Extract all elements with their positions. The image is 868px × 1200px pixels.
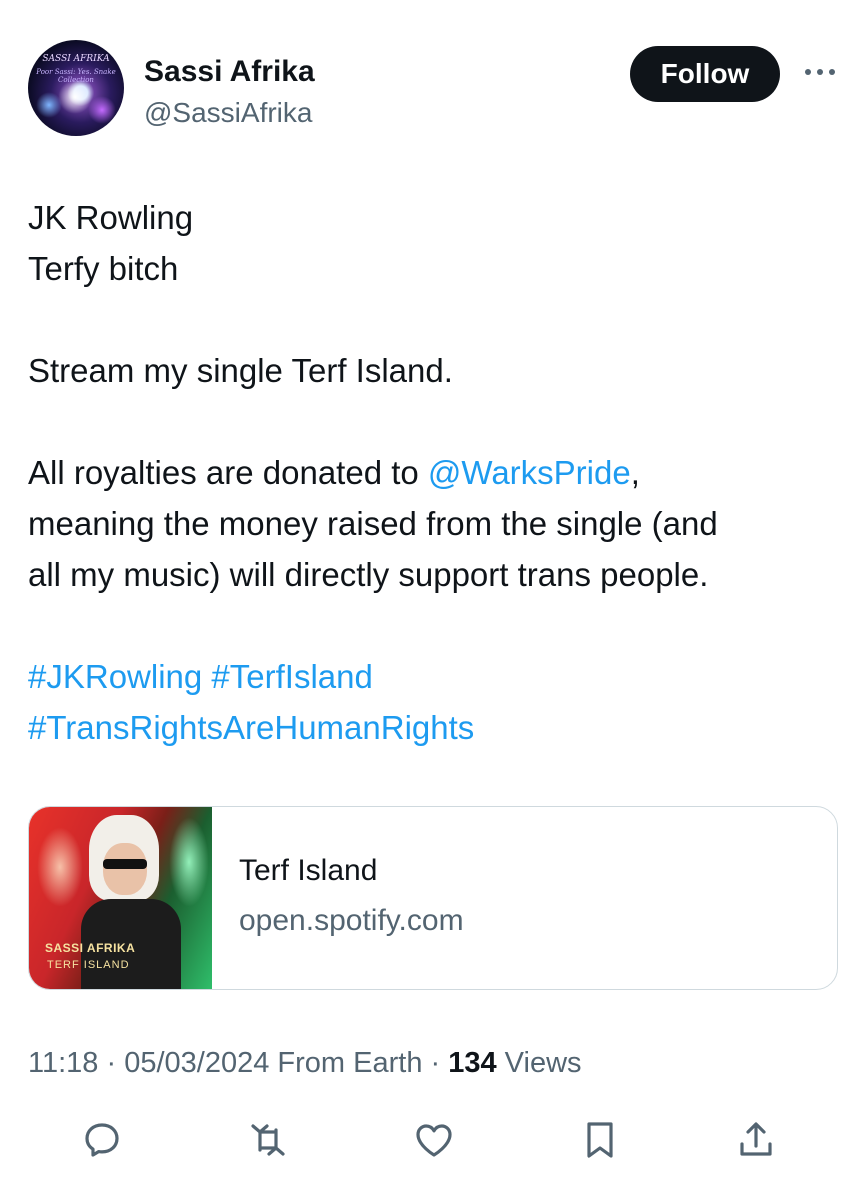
link-card[interactable]: SASSI AFRIKA TERF ISLAND Terf Island ope…: [28, 806, 838, 990]
hashtag-link[interactable]: #TerfIsland: [211, 658, 372, 695]
tweet-time[interactable]: 11:18: [28, 1047, 98, 1079]
more-icon[interactable]: [800, 62, 840, 82]
hashtag-line: #JKRowling #TerfIsland: [28, 651, 838, 702]
tweet-line: all my music) will directly support tran…: [28, 556, 709, 593]
reply-icon[interactable]: [80, 1118, 124, 1162]
mention-link[interactable]: @WarksPride: [428, 454, 631, 491]
tweet-line: meaning the money raised from the single…: [28, 505, 718, 542]
tweet-line: Stream my single Terf Island.: [28, 352, 453, 389]
views-count[interactable]: 134: [448, 1047, 496, 1079]
meta-separator: ·: [98, 1047, 125, 1079]
card-domain: open.spotify.com: [239, 904, 464, 937]
hashtag-link[interactable]: #JKRowling: [28, 658, 202, 695]
avatar-art-subtitle: Poor Sassi: Yes. Snake Collection: [36, 68, 116, 84]
bookmark-icon[interactable]: [578, 1118, 622, 1162]
card-thumbnail: SASSI AFRIKA TERF ISLAND: [29, 807, 212, 989]
card-art-title: SASSI AFRIKA: [45, 941, 136, 955]
tweet-date[interactable]: 05/03/2024: [124, 1047, 269, 1079]
tweet-header: SASSI AFRIKA Poor Sassi: Yes. Snake Coll…: [28, 40, 840, 140]
tweet-text: JK Rowling Terfy bitch Stream my single …: [28, 192, 838, 753]
card-art-subtitle: TERF ISLAND: [47, 959, 130, 971]
avatar[interactable]: SASSI AFRIKA Poor Sassi: Yes. Snake Coll…: [28, 40, 124, 136]
hashtag-line: #TransRightsAreHumanRights: [28, 702, 838, 753]
author-name[interactable]: Sassi Afrika: [144, 54, 315, 90]
hashtag-link[interactable]: #TransRightsAreHumanRights: [28, 709, 474, 746]
author-handle[interactable]: @SassiAfrika: [144, 96, 312, 130]
tweet-line: Terfy bitch: [28, 250, 179, 287]
like-icon[interactable]: [412, 1118, 456, 1162]
card-title: Terf Island: [239, 854, 378, 887]
meta-separator: ·: [422, 1047, 449, 1079]
action-bar: [0, 1110, 868, 1170]
tweet-source: From Earth: [269, 1047, 423, 1079]
tweet-line: JK Rowling: [28, 199, 194, 236]
views-label: Views: [496, 1047, 582, 1079]
share-icon[interactable]: [734, 1118, 778, 1162]
avatar-art-title: SASSI AFRIKA: [42, 54, 110, 64]
tweet-meta: 11:18 · 05/03/2024 From Earth · 134 View…: [28, 1044, 582, 1082]
follow-button[interactable]: Follow: [630, 46, 780, 102]
retweet-icon[interactable]: [246, 1118, 290, 1162]
tweet-line: All royalties are donated to @WarksPride…: [28, 447, 838, 498]
tweet-text-segment: ,: [630, 454, 640, 491]
tweet-text-segment: All royalties are donated to: [28, 454, 428, 491]
